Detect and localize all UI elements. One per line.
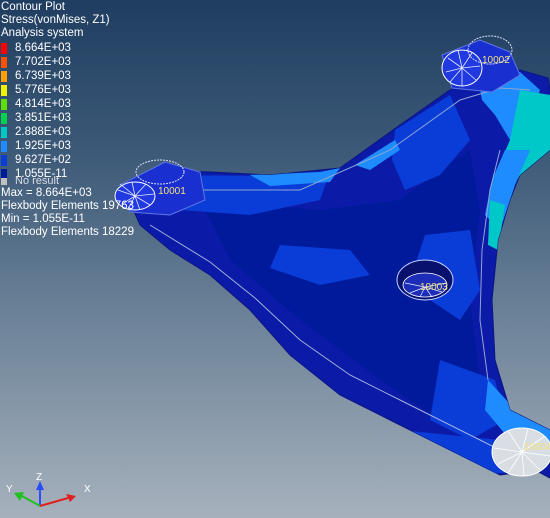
coordinate-system-label: Analysis system xyxy=(1,27,84,39)
node-label-10004: 10004 xyxy=(524,442,550,453)
legend-entry: 1.925E+03 xyxy=(0,140,140,154)
max-value-label: Max = 8.664E+03 xyxy=(1,187,92,199)
x-axis-line xyxy=(39,497,69,507)
ball-joint-hole-10003[interactable] xyxy=(396,259,454,301)
min-value-label: Min = 1.055E-11 xyxy=(1,213,85,225)
node-label-10003: 10003 xyxy=(420,282,448,293)
legend-value-label: 6.739E+03 xyxy=(15,70,71,82)
axis-triad[interactable]: Z Y X xyxy=(0,468,110,518)
no-result-swatch xyxy=(1,178,7,185)
legend-color-swatch xyxy=(1,71,7,82)
legend-entry: 4.814E+03 xyxy=(0,98,140,112)
legend-value-label: 2.888E+03 xyxy=(15,126,71,138)
axis-label-x: X xyxy=(84,484,91,495)
legend-color-swatch xyxy=(1,85,7,96)
legend-color-swatch xyxy=(1,155,7,166)
legend-color-swatch xyxy=(1,99,7,110)
node-label-10002: 10002 xyxy=(482,55,510,66)
legend-entry: 8.664E+03 xyxy=(0,42,140,56)
legend-value-label: 3.851E+03 xyxy=(15,112,71,124)
axis-label-y: Y xyxy=(6,484,13,495)
legend-entry: 5.776E+03 xyxy=(0,84,140,98)
legend-color-swatch xyxy=(1,113,7,124)
legend-color-swatch xyxy=(1,43,7,54)
legend-value-label: 9.627E+02 xyxy=(15,154,71,166)
max-element-label: Flexbody Elements 19763 xyxy=(1,200,134,212)
legend-entry: 7.702E+03 xyxy=(0,56,140,70)
legend-color-swatch xyxy=(1,127,7,138)
legend-value-label: 8.664E+03 xyxy=(15,42,71,54)
legend-value-label: 4.814E+03 xyxy=(15,98,71,110)
legend-value-label: 5.776E+03 xyxy=(15,84,71,96)
axis-label-z: Z xyxy=(36,472,42,483)
legend-color-swatch xyxy=(1,141,7,152)
min-element-label: Flexbody Elements 18229 xyxy=(1,226,134,238)
plot-type-title: Contour Plot xyxy=(1,1,65,13)
legend-value-label: 7.702E+03 xyxy=(15,56,71,68)
legend-entry: 6.739E+03 xyxy=(0,70,140,84)
result-type-label: Stress(vonMises, Z1) xyxy=(1,14,110,26)
legend-color-swatch xyxy=(1,57,7,68)
contour-legend-panel: Contour Plot Stress(vonMises, Z1) Analys… xyxy=(0,0,260,250)
legend-entry: 3.851E+03 xyxy=(0,112,140,126)
legend-entry: 9.627E+02 xyxy=(0,154,140,168)
legend-entry: 2.888E+03 xyxy=(0,126,140,140)
y-axis-line xyxy=(21,495,41,507)
legend-value-label: 1.925E+03 xyxy=(15,140,71,152)
